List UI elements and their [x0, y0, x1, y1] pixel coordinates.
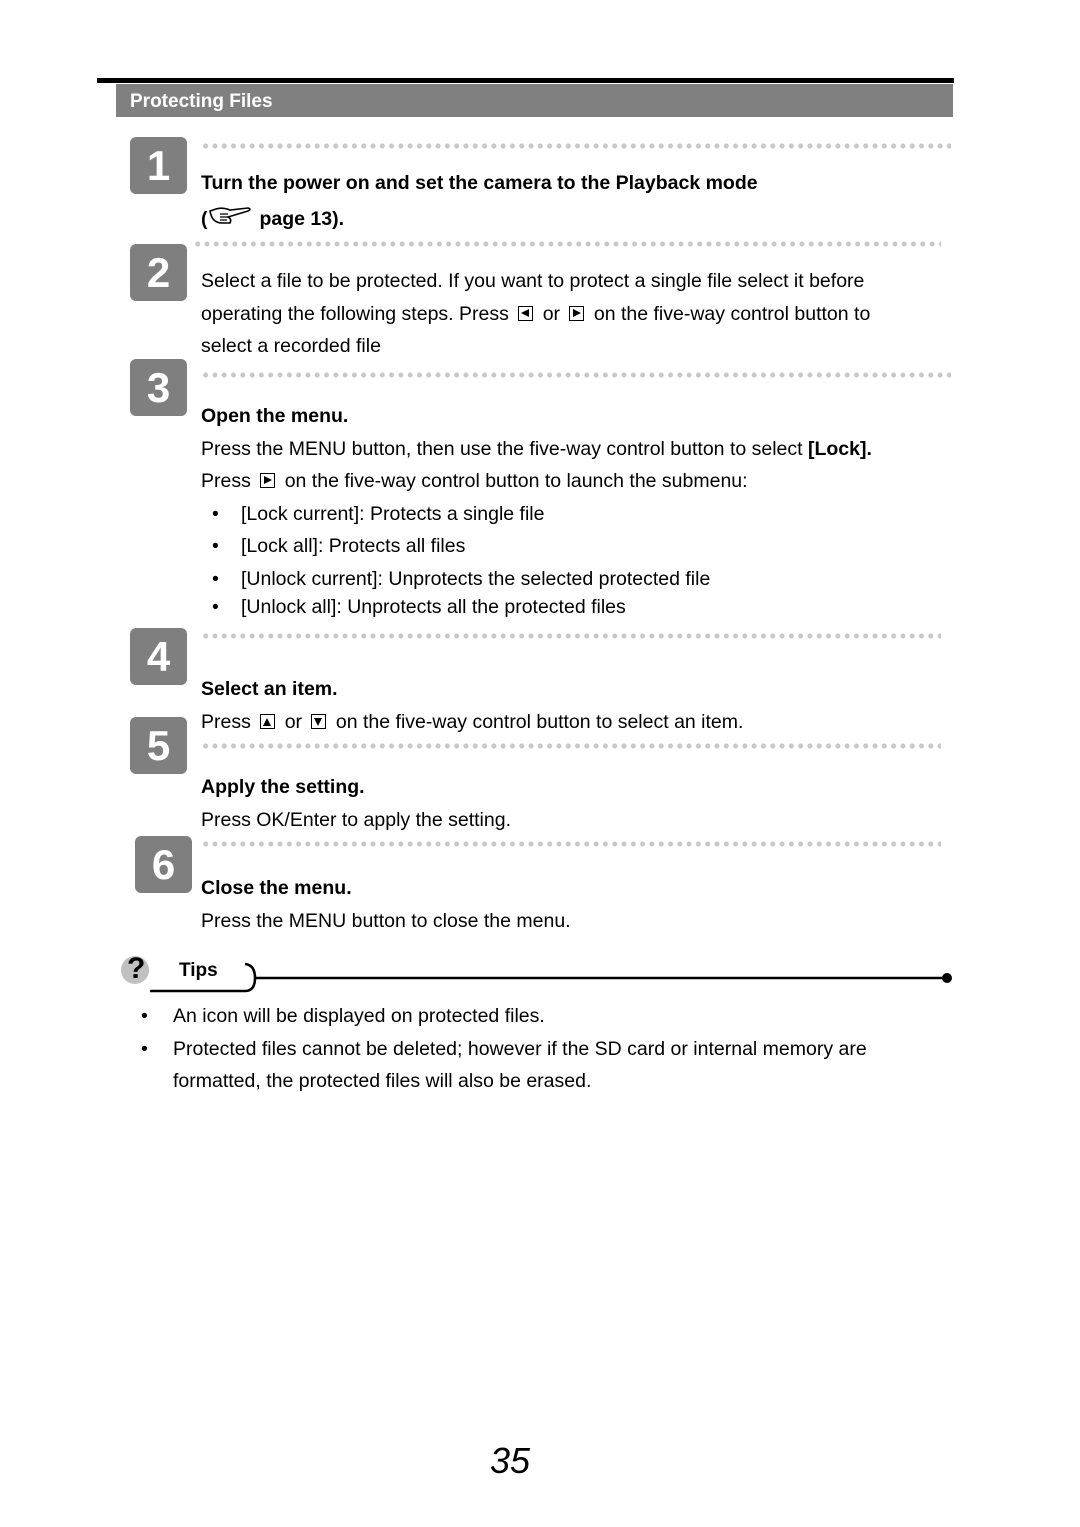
page-number: 35	[489, 1440, 531, 1481]
tip-bullet: •	[141, 1005, 148, 1027]
step-5-text: Press OK/Enter to apply the setting.	[201, 809, 511, 831]
step-4-heading: Select an item.	[201, 678, 338, 700]
submenu-bullet: •	[212, 568, 219, 590]
step-6-badge: 6	[135, 836, 192, 893]
tips-header: ? Tips	[110, 945, 960, 1000]
right-arrow-key-icon	[569, 306, 585, 321]
step-2-text-line-3: select a recorded file	[201, 335, 381, 357]
submenu-bullet: •	[212, 535, 219, 557]
step-1-reference: (page 13).	[201, 205, 344, 231]
step-2-text-line-2: operating the following steps. Press or …	[201, 303, 871, 325]
section-header: Protecting Files	[116, 84, 953, 117]
submenu-item: [Lock all]: Protects all files	[241, 535, 466, 557]
step-6-heading: Close the menu.	[201, 877, 352, 899]
submenu-item: [Unlock current]: Unprotects the selecte…	[241, 568, 711, 590]
tips-rule	[150, 962, 952, 993]
step-5-badge: 5	[130, 717, 187, 774]
up-arrow-key-icon	[260, 714, 276, 729]
submenu-item: [Lock current]: Protects a single file	[241, 503, 545, 525]
step-3-badge: 3	[130, 359, 187, 416]
dotted-divider	[193, 241, 941, 247]
submenu-item: [Unlock all]: Unprotects all the protect…	[241, 596, 626, 618]
step-3-text-line-1: Press the MENU button, then use the five…	[201, 438, 872, 460]
right-arrow-key-icon	[260, 473, 276, 488]
dotted-divider	[201, 143, 951, 149]
dotted-divider	[201, 633, 941, 639]
tip-item: Protected files cannot be deleted; howev…	[173, 1038, 867, 1060]
step-4-text: Press or on the five-way control button …	[201, 711, 744, 733]
step-4-badge: 4	[130, 628, 187, 685]
left-arrow-key-icon	[518, 306, 534, 321]
dotted-divider	[201, 743, 941, 749]
step-3-heading: Open the menu.	[201, 405, 349, 427]
step-1-heading: Turn the power on and set the camera to …	[201, 172, 758, 194]
tip-bullet: •	[141, 1038, 148, 1060]
step-1-badge: 1	[130, 137, 187, 194]
step-5-heading: Apply the setting.	[201, 776, 365, 798]
section-title: Protecting Files	[130, 91, 273, 112]
step-2-badge: 2	[130, 244, 187, 301]
step-6-text: Press the MENU button to close the menu.	[201, 910, 571, 932]
step-3-text-line-2: Press on the five-way control button to …	[201, 470, 748, 492]
dotted-divider	[201, 372, 951, 378]
submenu-bullet: •	[212, 503, 219, 525]
top-rule	[97, 78, 954, 83]
submenu-bullet: •	[212, 596, 219, 618]
tip-item: An icon will be displayed on protected f…	[173, 1005, 545, 1027]
dotted-divider	[201, 841, 941, 847]
pointing-hand-icon	[208, 207, 251, 224]
tip-item-continued: formatted, the protected files will also…	[173, 1070, 592, 1092]
lock-menu-label: [Lock].	[807, 438, 872, 460]
down-arrow-key-icon	[311, 714, 327, 729]
step-2-text-line-1: Select a file to be protected. If you wa…	[201, 270, 865, 292]
